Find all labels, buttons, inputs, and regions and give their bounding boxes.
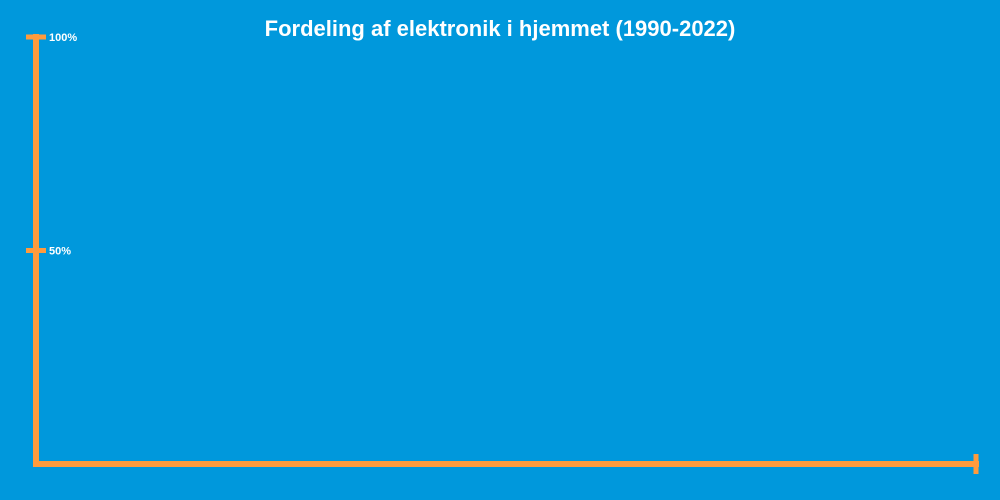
y-tick-label: 100%	[49, 32, 77, 44]
axes-group	[33, 34, 979, 474]
chart-svg: Fordeling af elektronik i hjemmet (1990-…	[26, 16, 979, 474]
chart-container: Fordeling af elektronik i hjemmet (1990-…	[0, 0, 1000, 500]
y-tick-label: 50%	[49, 246, 71, 258]
chart-title: Fordeling af elektronik i hjemmet (1990-…	[265, 16, 736, 41]
